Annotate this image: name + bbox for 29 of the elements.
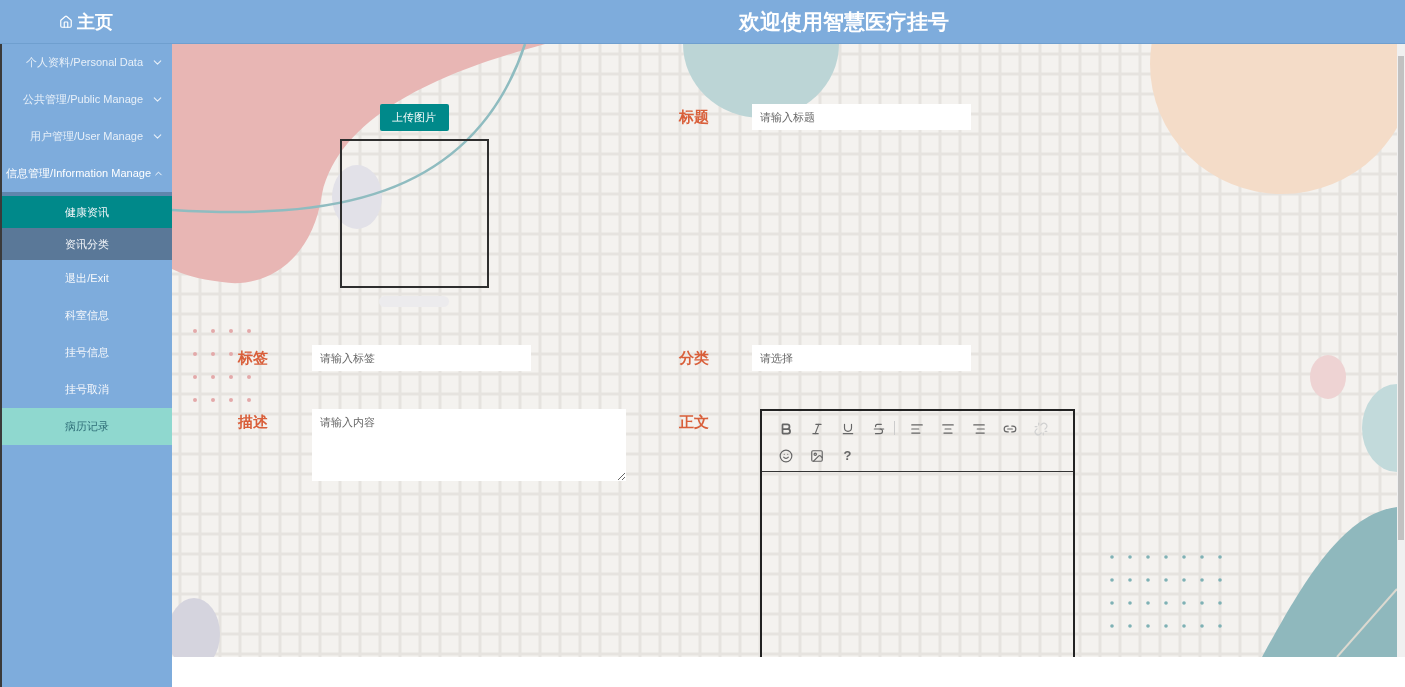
menu-item[interactable]: 公共管理/Public Manage <box>2 81 172 118</box>
menu-item[interactable]: 病历记录 <box>2 408 172 445</box>
input-field[interactable]: 请输入标题 <box>752 104 971 130</box>
home-link[interactable]: 主页 <box>0 0 172 43</box>
menu-item[interactable]: 挂号取消 <box>2 371 172 408</box>
scrollbar[interactable] <box>1397 44 1405 657</box>
home-icon <box>59 14 73 29</box>
field-label: 标题 <box>679 107 710 127</box>
help-button[interactable]: ? <box>832 442 863 469</box>
menu-item[interactable]: 退出/Exit <box>2 260 172 297</box>
field-label: 标签 <box>238 348 269 368</box>
field-label: 分类 <box>679 348 710 368</box>
upload-button[interactable]: 上传图片 <box>379 104 449 131</box>
description-field[interactable]: 请输入内容 <box>312 409 626 481</box>
page-title: 欢迎使用智慧医疗挂号 <box>738 8 949 35</box>
oval-shape <box>1310 355 1346 399</box>
field-label: 描述 <box>238 412 269 432</box>
menu-item[interactable]: 科室信息 <box>2 297 172 334</box>
submenu-item[interactable]: 资讯分类 <box>2 228 172 260</box>
menu-item[interactable]: 用户管理/User Manage <box>2 118 172 155</box>
menu-item[interactable]: 信息管理/Information Manage <box>2 155 172 192</box>
field-label: 正文 <box>679 412 710 432</box>
scrollbar-thumb[interactable] <box>1398 56 1404 540</box>
input-field[interactable]: 请输入标签 <box>312 345 531 371</box>
toolbar-divider <box>894 421 895 435</box>
submenu-item[interactable]: 健康资讯 <box>2 196 172 228</box>
menu-item[interactable]: 挂号信息 <box>2 334 172 371</box>
select-field[interactable]: 请选择 <box>752 345 971 371</box>
menu-item[interactable]: 个人资料/Personal Data <box>2 44 172 81</box>
